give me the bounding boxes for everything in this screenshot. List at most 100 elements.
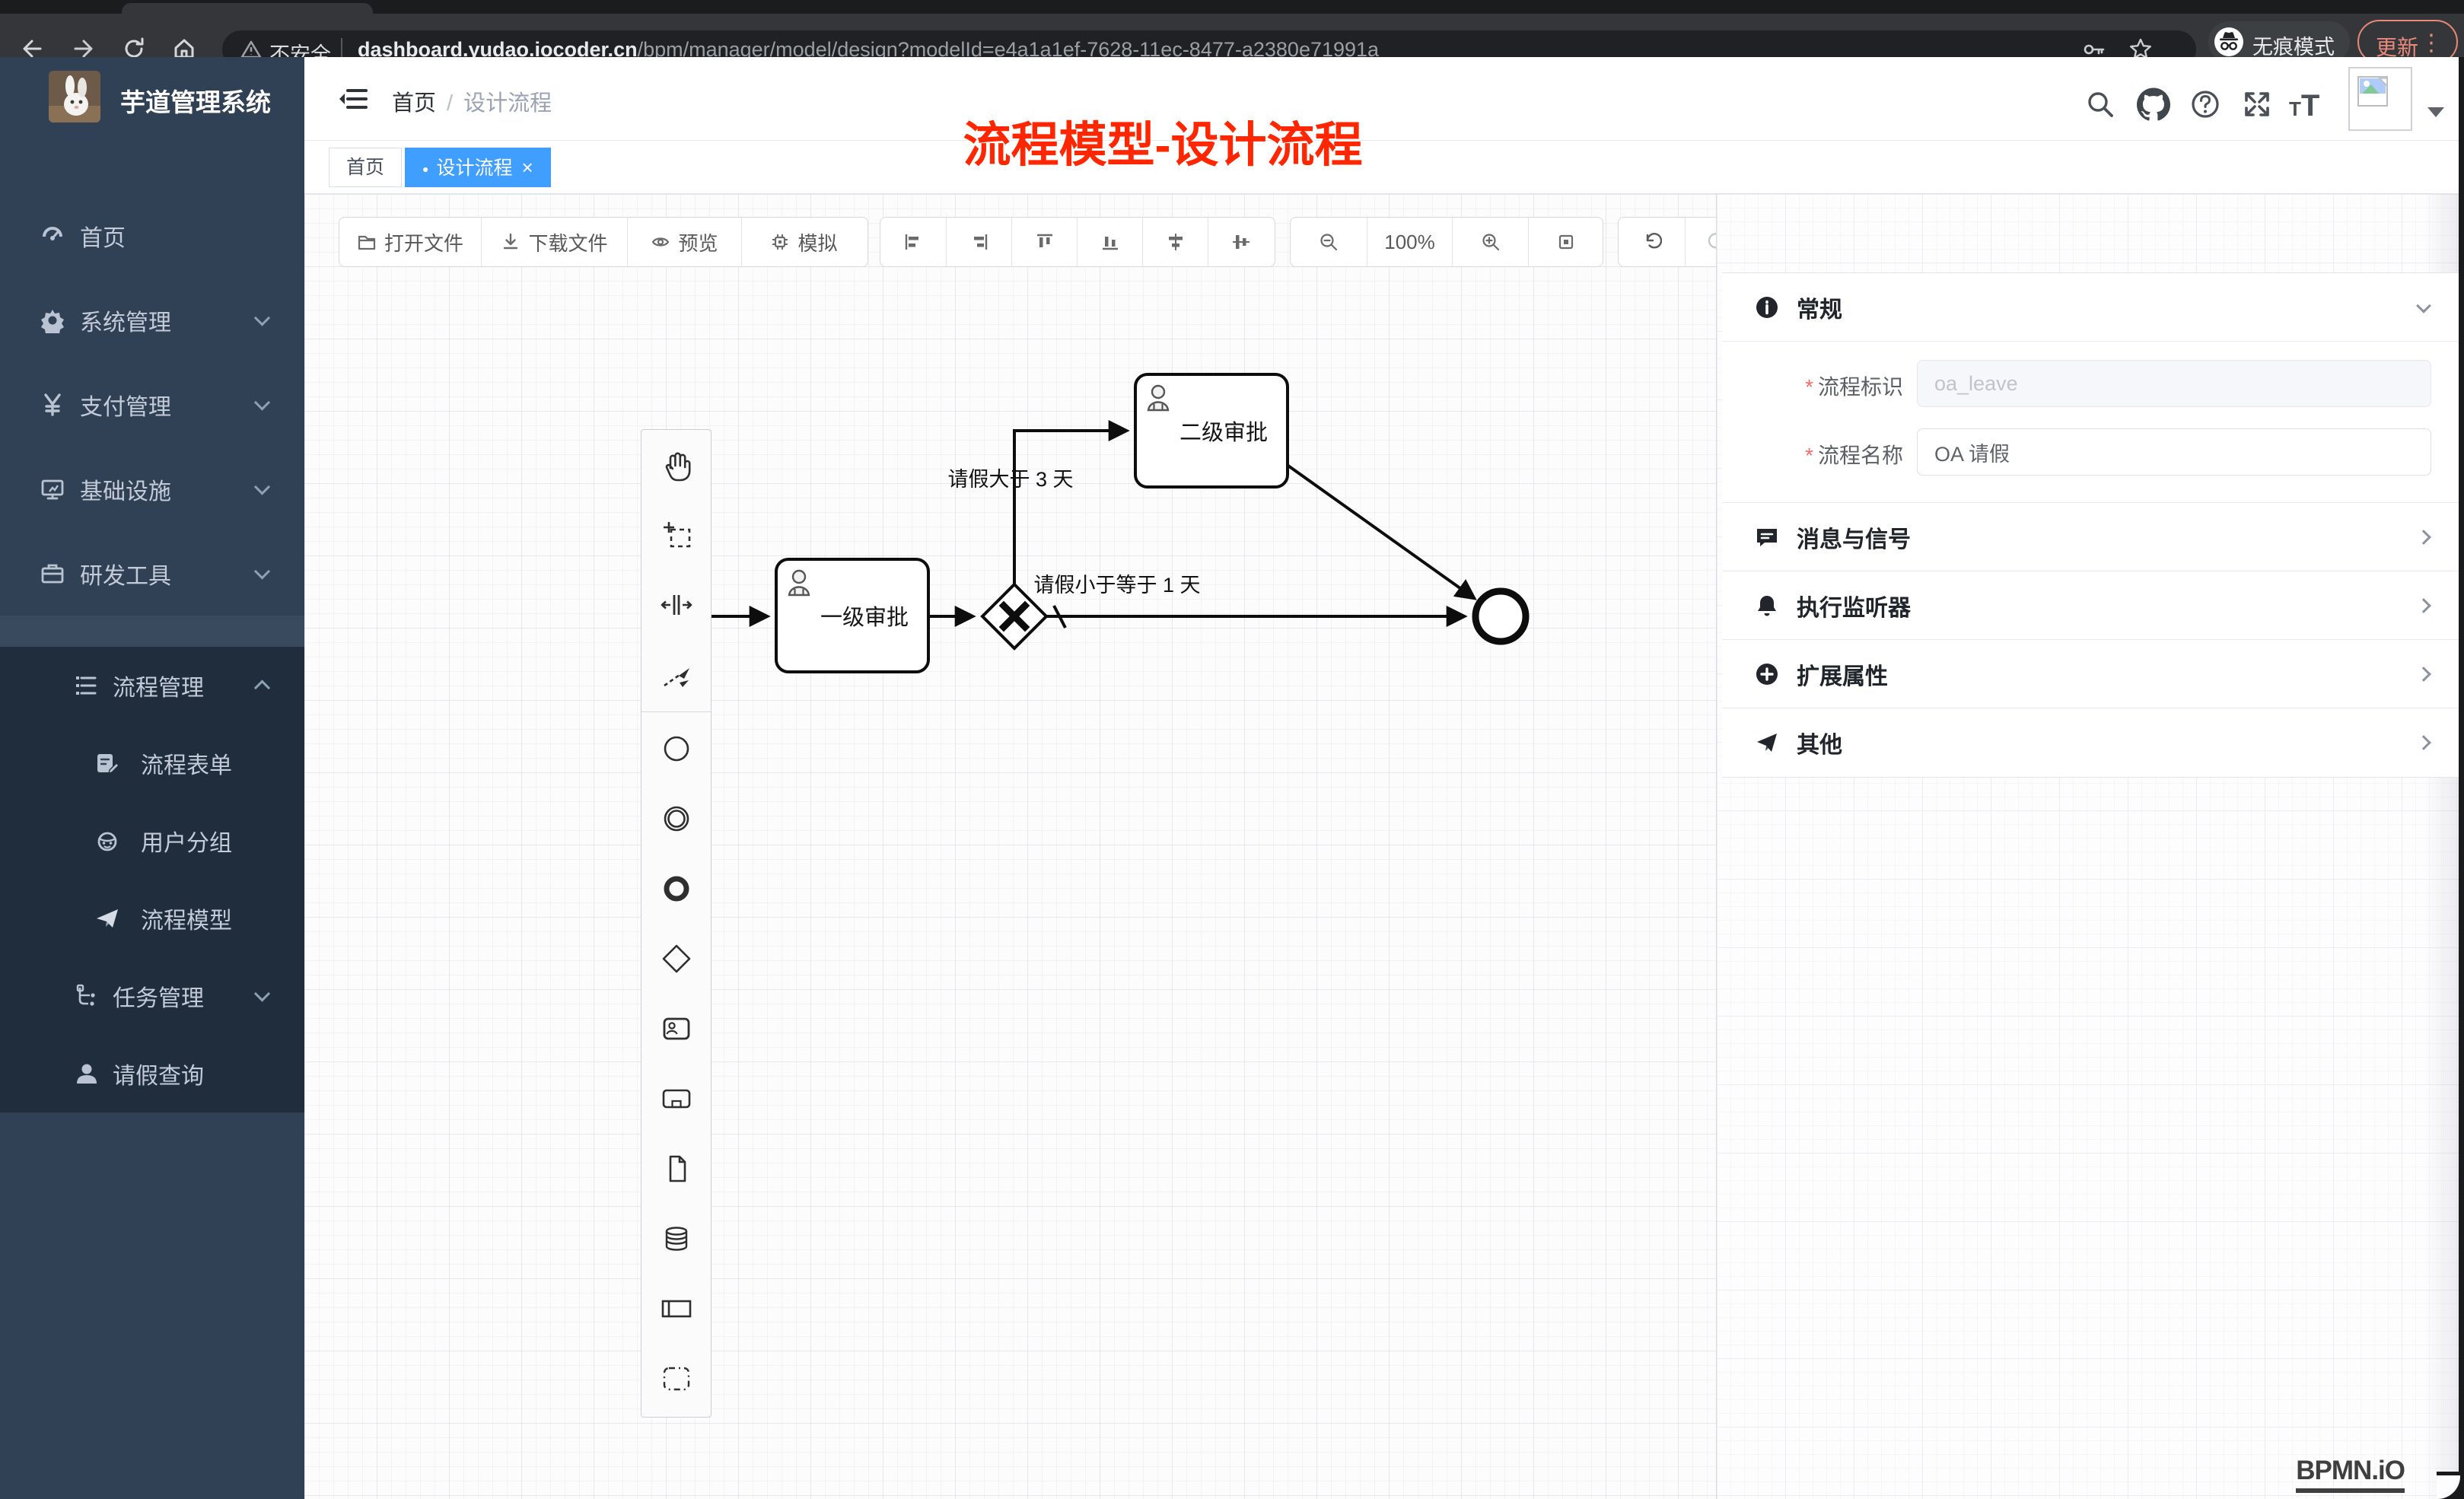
align-left-button[interactable] <box>880 218 946 266</box>
fullscreen-icon[interactable] <box>2240 88 2274 121</box>
chevron-down-icon <box>254 479 270 495</box>
create-intermediate-event[interactable] <box>641 784 711 854</box>
open-file-button[interactable]: 打开文件 <box>339 218 481 266</box>
user-task-node-2[interactable]: 二级审批 <box>1135 374 1288 487</box>
sidebar-item-payment[interactable]: 支付管理 <box>0 362 304 447</box>
end-event-node[interactable] <box>1476 591 1526 641</box>
sidebar-item-infra[interactable]: 基础设施 <box>0 447 304 532</box>
dashboard-icon <box>40 223 65 249</box>
tab-home[interactable]: 首页 <box>329 148 402 187</box>
avatar[interactable] <box>2348 67 2412 131</box>
sidebar-item-devtools[interactable]: 研发工具 <box>0 531 304 616</box>
gear-icon <box>40 307 65 333</box>
section-extended-attributes[interactable]: 扩展属性 <box>1722 640 2459 708</box>
zoom-level[interactable]: 100% <box>1367 218 1452 266</box>
field-process-name: *流程名称 <box>1722 428 2459 476</box>
sidebar-item-process-form[interactable]: 流程表单 <box>0 724 304 802</box>
lasso-tool[interactable] <box>641 500 711 570</box>
process-key-input[interactable] <box>1917 360 2431 407</box>
create-subprocess[interactable] <box>641 1064 711 1134</box>
sidebar-item-label: 系统管理 <box>80 304 171 337</box>
text-size-small: T <box>2289 97 2301 120</box>
avatar-caret-icon[interactable] <box>2427 107 2444 117</box>
app-logo <box>49 71 100 123</box>
bpmn-designer[interactable]: 一级审批 二级审批 请假大于 3 天 请假小于等于 1 天 打 <box>304 194 2464 1499</box>
app-logo-row[interactable]: 芋道管理系统 <box>0 57 304 136</box>
sidebar-item-leave-query[interactable]: 请假查询 <box>0 1035 304 1112</box>
chevron-down-icon <box>254 394 270 410</box>
browser-active-tab[interactable] <box>122 3 373 14</box>
download-file-button[interactable]: 下载文件 <box>481 218 627 266</box>
align-bottom-button[interactable] <box>1077 218 1142 266</box>
sidebar-item-system[interactable]: 系统管理 <box>0 278 304 363</box>
breadcrumb-home[interactable]: 首页 <box>392 91 436 116</box>
preview-button[interactable]: 预览 <box>627 218 741 266</box>
create-data-store[interactable] <box>641 1204 711 1274</box>
section-other[interactable]: 其他 <box>1722 708 2459 777</box>
create-data-object[interactable] <box>641 1134 711 1204</box>
close-icon[interactable]: × <box>521 148 533 186</box>
collapse-sidebar-icon[interactable] <box>339 85 368 113</box>
download-file-label: 下载文件 <box>528 228 607 256</box>
sidebar-item-task-management[interactable]: 任务管理 <box>0 957 304 1035</box>
hand-tool[interactable] <box>641 430 711 500</box>
browser-tab-strip <box>0 0 2464 14</box>
chevron-right-icon <box>2416 735 2431 750</box>
global-connect-tool[interactable] <box>641 640 711 710</box>
space-tool[interactable] <box>641 570 711 640</box>
github-icon[interactable] <box>2137 88 2170 121</box>
align-vertical-center-button[interactable] <box>1142 218 1208 266</box>
flow-task2-to-end[interactable] <box>1286 464 1474 598</box>
sidebar-item-label: 基础设施 <box>80 473 171 506</box>
process-name-input[interactable] <box>1917 428 2431 476</box>
sidebar-item-label: 流程管理 <box>113 669 204 702</box>
text-size-icon[interactable]: TT <box>2289 89 2342 123</box>
info-icon <box>1754 294 1780 320</box>
create-gateway[interactable] <box>641 924 711 994</box>
user-task-node-1[interactable]: 一级审批 <box>776 559 928 672</box>
bell-icon <box>1754 593 1780 619</box>
section-general[interactable]: 常规 <box>1722 273 2459 342</box>
undo-button[interactable] <box>1619 218 1685 266</box>
flow-gateway-to-task2[interactable] <box>1014 431 1126 584</box>
sidebar-submenu-workflow: 流程管理 流程表单 用户分组 流程模型 任务管理 请假 <box>0 647 304 1112</box>
section-title: 常规 <box>1797 291 1842 324</box>
chevron-right-icon <box>2416 598 2431 613</box>
chevron-down-icon <box>254 563 270 579</box>
bpmn-palette <box>641 429 712 1418</box>
tab-design-process[interactable]: ●设计流程× <box>405 148 551 187</box>
simulate-button[interactable]: 模拟 <box>741 218 866 266</box>
create-user-task[interactable] <box>641 994 711 1064</box>
window-corner <box>2437 1472 2464 1499</box>
sidebar-item-process-management[interactable]: 流程管理 <box>0 647 304 724</box>
task-label: 一级审批 <box>820 605 909 630</box>
zoom-in-button[interactable] <box>1452 218 1528 266</box>
sidebar-item-process-model[interactable]: 流程模型 <box>0 880 304 957</box>
create-participant[interactable] <box>641 1274 711 1344</box>
broken-image-icon <box>2356 75 2389 108</box>
zoom-reset-button[interactable] <box>1528 218 1603 266</box>
section-message-signal[interactable]: 消息与信号 <box>1722 503 2459 571</box>
section-execution-listener[interactable]: 执行监听器 <box>1722 571 2459 640</box>
search-icon[interactable] <box>2084 88 2117 121</box>
help-icon[interactable] <box>2189 88 2222 121</box>
browser-menu-icon[interactable]: ⋮ <box>2420 30 2443 56</box>
align-horizontal-center-button[interactable] <box>1208 218 1273 266</box>
align-right-button[interactable] <box>946 218 1011 266</box>
create-end-event[interactable] <box>641 854 711 924</box>
flow-label-gt3: 请假大于 3 天 <box>947 468 1073 491</box>
zoom-out-button[interactable] <box>1291 218 1367 266</box>
create-group[interactable] <box>641 1344 711 1414</box>
align-top-button[interactable] <box>1011 218 1077 266</box>
bpmn-io-watermark[interactable]: BPMN.iO <box>2296 1456 2405 1493</box>
sidebar-item-label: 流程表单 <box>141 746 232 780</box>
create-start-event[interactable] <box>641 714 711 784</box>
sidebar-item-home[interactable]: 首页 <box>0 193 304 278</box>
section-title: 执行监听器 <box>1797 589 1911 622</box>
sidebar-item-user-group[interactable]: 用户分组 <box>0 802 304 880</box>
tab-label: 首页 <box>346 157 384 178</box>
breadcrumb: 首页/设计流程 <box>392 85 552 117</box>
plus-circle-icon <box>1754 661 1780 687</box>
annotation-title: 流程模型-设计流程 <box>900 107 1425 176</box>
incognito-badge: 无痕模式 <box>2208 21 2350 62</box>
